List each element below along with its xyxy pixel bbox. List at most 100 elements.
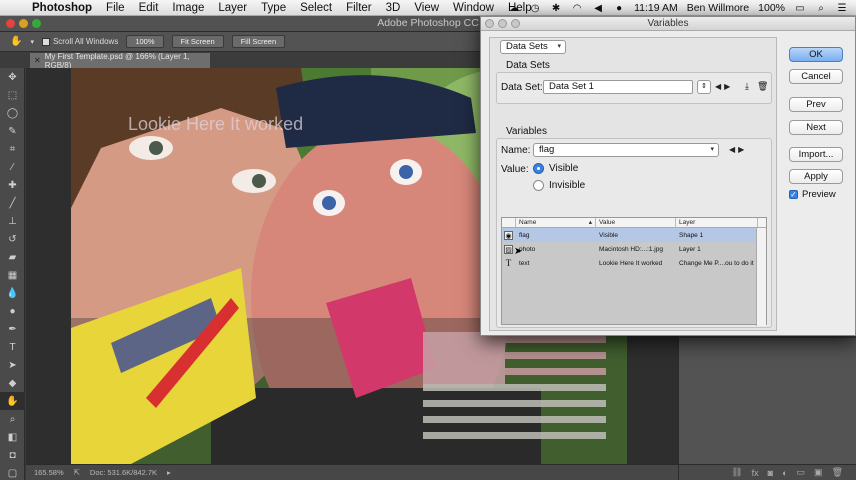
menu-image[interactable]: Image bbox=[165, 2, 211, 14]
document-tab[interactable]: ✕ My First Template.psd @ 166% (Layer 1,… bbox=[30, 52, 210, 70]
column-header-name[interactable]: Name ▴ bbox=[516, 218, 596, 227]
menu-layer[interactable]: Layer bbox=[211, 2, 254, 14]
prev-button[interactable]: Prev bbox=[789, 97, 843, 112]
crop-tool-icon[interactable]: ⌗ bbox=[0, 140, 25, 158]
time-machine-icon[interactable]: ◷ bbox=[529, 3, 541, 14]
status-menu-chevron-icon[interactable]: ▸ bbox=[167, 468, 171, 477]
status-arrow-icon[interactable]: ⇱ bbox=[74, 468, 80, 477]
gradient-tool-icon[interactable]: ▦ bbox=[0, 266, 25, 284]
fit-screen-button[interactable]: Fit Screen bbox=[171, 35, 224, 48]
eraser-tool-icon[interactable]: ▰ bbox=[0, 248, 25, 266]
visible-radio[interactable]: Visible bbox=[533, 163, 578, 174]
next-variable-icon[interactable]: ▶ bbox=[738, 145, 747, 154]
new-layer-icon[interactable]: ▣ bbox=[814, 467, 823, 478]
cancel-button[interactable]: Cancel bbox=[789, 69, 843, 84]
user-icon[interactable]: ● bbox=[613, 3, 625, 14]
brush-tool-icon[interactable]: ╱ bbox=[0, 194, 25, 212]
cloud-icon[interactable]: ☁ bbox=[508, 3, 520, 14]
link-layers-icon[interactable]: ⛓ bbox=[731, 467, 742, 478]
menu-file[interactable]: File bbox=[99, 2, 132, 14]
next-button[interactable]: Next bbox=[789, 120, 843, 135]
menu-type[interactable]: Type bbox=[254, 2, 293, 14]
tool-preset-chevron-icon[interactable]: ▾ bbox=[30, 38, 34, 46]
clock[interactable]: 11:19 AM bbox=[634, 2, 678, 14]
save-data-set-icon[interactable]: ⤓ bbox=[745, 81, 749, 92]
document-info[interactable]: Doc: 531.6K/842.7K bbox=[90, 468, 157, 477]
fill-screen-button[interactable]: Fill Screen bbox=[231, 35, 286, 48]
clone-stamp-tool-icon[interactable]: ⊥ bbox=[0, 212, 25, 230]
layer-style-icon[interactable]: fx bbox=[752, 468, 759, 478]
apply-button[interactable]: Apply bbox=[789, 169, 843, 184]
battery-percent[interactable]: 100% bbox=[758, 2, 785, 14]
menu-view[interactable]: View bbox=[407, 2, 446, 14]
marquee-tool-icon[interactable]: ⬚ bbox=[0, 86, 25, 104]
screen-mode-icon[interactable]: ▢ bbox=[0, 464, 25, 480]
row-layer: Layer 1 bbox=[679, 245, 701, 253]
bluetooth-icon[interactable]: ✱ bbox=[550, 3, 562, 14]
menu-edit[interactable]: Edit bbox=[132, 2, 166, 14]
pen-tool-icon[interactable]: ✒ bbox=[0, 320, 25, 338]
data-set-stepper[interactable]: ⇕ bbox=[697, 80, 711, 94]
quick-select-tool-icon[interactable]: ✎ bbox=[0, 122, 25, 140]
previous-variable-icon[interactable]: ◀ bbox=[729, 145, 738, 154]
lasso-tool-icon[interactable]: ◯ bbox=[0, 104, 25, 122]
scroll-all-windows-checkbox[interactable]: Scroll All Windows bbox=[41, 37, 118, 46]
volume-icon[interactable]: ◀ bbox=[592, 3, 604, 14]
data-set-input[interactable]: Data Set 1 bbox=[543, 80, 693, 94]
menu-filter[interactable]: Filter bbox=[339, 2, 379, 14]
menu-3d[interactable]: 3D bbox=[379, 2, 408, 14]
chevron-updown-icon: ▾ bbox=[557, 43, 561, 50]
preview-checkbox[interactable]: ✓ Preview bbox=[789, 189, 836, 200]
table-row[interactable]: T text Lookie Here It worked Change Me P… bbox=[502, 256, 766, 270]
table-row[interactable]: ◉ flag Visible Shape 1 bbox=[502, 228, 766, 242]
history-brush-tool-icon[interactable]: ↺ bbox=[0, 230, 25, 248]
layer-mask-icon[interactable]: ◙ bbox=[768, 468, 773, 478]
row-value: Visible bbox=[599, 231, 619, 239]
table-scrollbar[interactable] bbox=[756, 228, 766, 326]
menu-bar: Photoshop File Edit Image Layer Type Sel… bbox=[0, 0, 856, 16]
user-name[interactable]: Ben Willmore bbox=[687, 2, 749, 14]
hand-tool-icon[interactable]: ✋ bbox=[10, 36, 22, 47]
hand-tool-icon[interactable]: ✋ bbox=[0, 392, 25, 410]
previous-arrow-icon[interactable]: ◀ bbox=[715, 82, 724, 91]
delete-data-set-icon[interactable]: 🗑 bbox=[757, 81, 768, 92]
next-arrow-icon[interactable]: ▶ bbox=[724, 82, 733, 91]
variable-name-select[interactable]: flag ▾ bbox=[533, 143, 719, 157]
dialog-minimize-icon[interactable] bbox=[498, 19, 507, 28]
import-button[interactable]: Import... bbox=[789, 147, 843, 162]
color-swatches-icon[interactable]: ◧ bbox=[0, 428, 25, 446]
path-selection-tool-icon[interactable]: ➤ bbox=[0, 356, 25, 374]
dialog-zoom-icon[interactable] bbox=[511, 19, 520, 28]
menu-app-name[interactable]: Photoshop bbox=[28, 2, 99, 14]
notifications-icon[interactable]: ☰ bbox=[836, 3, 848, 14]
battery-icon[interactable]: ▭ bbox=[794, 3, 806, 14]
zoom-100-button[interactable]: 100% bbox=[126, 35, 164, 48]
menu-window[interactable]: Window bbox=[446, 2, 501, 14]
image-icon: ▨ bbox=[504, 244, 513, 254]
blur-tool-icon[interactable]: 💧 bbox=[0, 284, 25, 302]
quick-mask-icon[interactable]: ◘ bbox=[0, 446, 25, 464]
ok-button[interactable]: OK bbox=[789, 47, 843, 62]
dodge-tool-icon[interactable]: ● bbox=[0, 302, 25, 320]
shape-tool-icon[interactable]: ◆ bbox=[0, 374, 25, 392]
mode-select[interactable]: Data Sets ▾ bbox=[500, 40, 566, 54]
table-row[interactable]: ▨ photo Macintosh HD:...:1.jpg Layer 1 bbox=[502, 242, 766, 256]
menu-select[interactable]: Select bbox=[293, 2, 339, 14]
zoom-level[interactable]: 165.58% bbox=[34, 468, 64, 477]
column-header-value[interactable]: Value bbox=[596, 218, 676, 227]
layers-panel-footer: ⛓ fx ◙ ◐ ▭ ▣ 🗑 bbox=[679, 464, 856, 480]
dialog-close-icon[interactable] bbox=[485, 19, 494, 28]
column-header-layer[interactable]: Layer bbox=[676, 218, 758, 227]
invisible-radio[interactable]: Invisible bbox=[533, 180, 585, 191]
eyedropper-tool-icon[interactable]: ⁄ bbox=[0, 158, 25, 176]
move-tool-icon[interactable]: ✥ bbox=[0, 68, 25, 86]
new-group-icon[interactable]: ▭ bbox=[797, 467, 806, 478]
zoom-tool-icon[interactable]: ⌕ bbox=[0, 410, 25, 428]
healing-brush-tool-icon[interactable]: ✚ bbox=[0, 176, 25, 194]
wifi-icon[interactable]: ◠ bbox=[571, 3, 583, 14]
close-tab-icon[interactable]: ✕ bbox=[34, 56, 41, 65]
spotlight-icon[interactable]: ⌕ bbox=[815, 3, 827, 14]
type-tool-icon[interactable]: T bbox=[0, 338, 25, 356]
adjustment-layer-icon[interactable]: ◐ bbox=[782, 468, 787, 478]
delete-layer-icon[interactable]: 🗑 bbox=[832, 467, 843, 478]
